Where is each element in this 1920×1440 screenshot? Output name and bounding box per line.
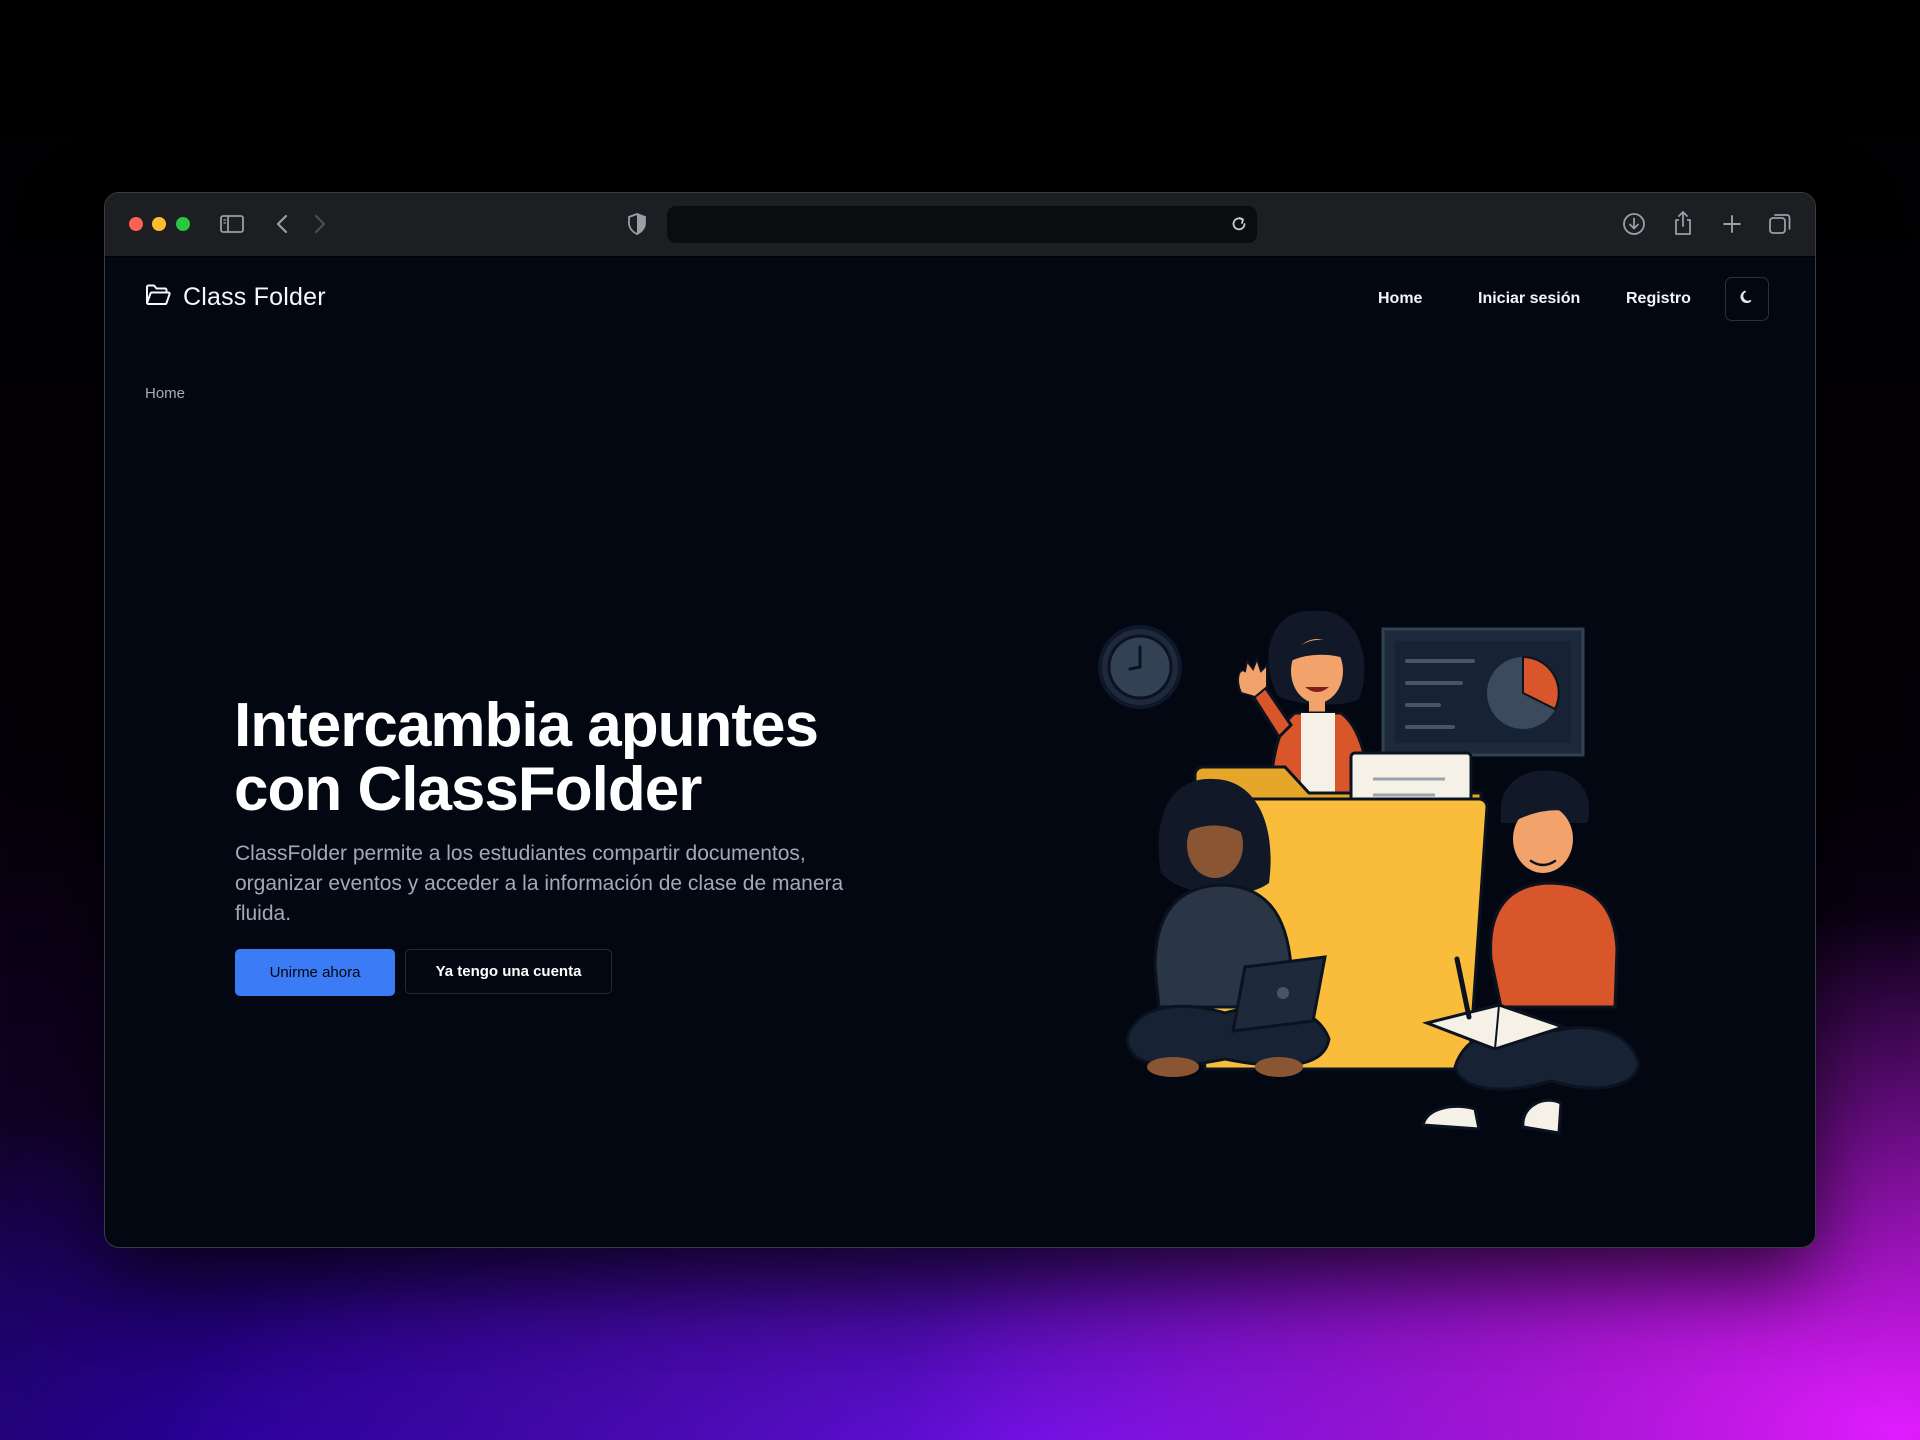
new-tab-icon[interactable] bbox=[1719, 211, 1745, 237]
hero-title-line-2: con ClassFolder bbox=[234, 755, 702, 824]
nav-register[interactable]: Registro bbox=[1626, 290, 1691, 308]
nav-login[interactable]: Iniciar sesión bbox=[1478, 290, 1580, 308]
reload-icon[interactable] bbox=[1227, 212, 1251, 236]
close-window-button[interactable] bbox=[129, 217, 143, 231]
tabs-overview-icon[interactable] bbox=[1767, 211, 1793, 237]
nav-home[interactable]: Home bbox=[1378, 290, 1422, 308]
hero-description: ClassFolder permite a los estudiantes co… bbox=[235, 842, 844, 925]
sidebar-icon[interactable] bbox=[219, 211, 245, 237]
browser-toolbar bbox=[105, 193, 1815, 257]
hero-title-line-1: Intercambia apuntes bbox=[234, 691, 819, 760]
share-icon[interactable] bbox=[1670, 209, 1696, 237]
have-account-button[interactable]: Ya tengo una cuenta bbox=[405, 949, 612, 994]
folder-open-icon bbox=[145, 284, 171, 311]
browser-window: Class Folder Home Iniciar sesión Registr… bbox=[105, 193, 1815, 1247]
brand-name: Class Folder bbox=[183, 283, 326, 311]
shield-icon[interactable] bbox=[625, 211, 649, 237]
clock-icon bbox=[1098, 625, 1182, 709]
brand-link[interactable]: Class Folder bbox=[145, 283, 326, 312]
hero-title: Intercambia apuntes con ClassFolder bbox=[234, 694, 934, 822]
presentation-board bbox=[1381, 627, 1585, 757]
students-sharing-illustration bbox=[1098, 610, 1641, 1135]
forward-icon[interactable] bbox=[310, 211, 330, 237]
web-page: Class Folder Home Iniciar sesión Registr… bbox=[105, 257, 1815, 1247]
breadcrumb[interactable]: Home bbox=[145, 385, 185, 402]
theme-toggle-button[interactable] bbox=[1725, 277, 1769, 321]
download-icon[interactable] bbox=[1621, 211, 1647, 237]
back-icon[interactable] bbox=[272, 211, 292, 237]
minimize-window-button[interactable] bbox=[152, 217, 166, 231]
address-bar[interactable] bbox=[667, 206, 1257, 243]
moon-icon bbox=[1739, 289, 1755, 310]
zoom-window-button[interactable] bbox=[176, 217, 190, 231]
join-now-button[interactable]: Unirme ahora bbox=[235, 949, 395, 996]
